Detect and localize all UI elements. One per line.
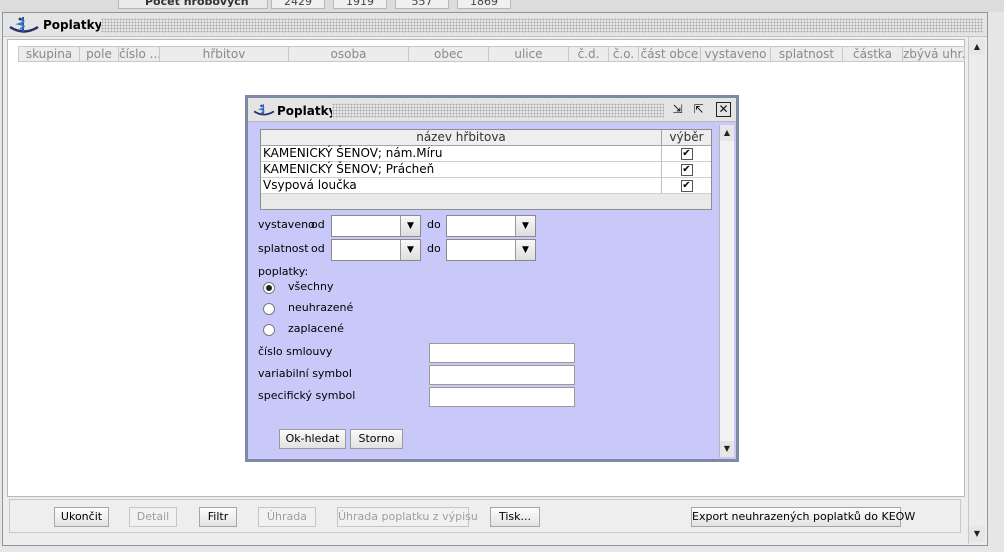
window-title-bar[interactable]: Poplatky xyxy=(3,13,987,37)
contract-number-field[interactable] xyxy=(429,343,575,363)
chevron-down-icon[interactable]: ▼ xyxy=(400,216,420,236)
cemetery-table: název hřbitova výběr KAMENICKÝ ŠENOV; ná… xyxy=(260,129,712,210)
column-header-cemetery-name[interactable]: název hřbitova xyxy=(261,130,662,145)
select-checkbox[interactable]: ✔ xyxy=(680,179,693,192)
column-header-due[interactable]: splatnost xyxy=(771,46,843,62)
print-button[interactable]: Tisk... xyxy=(490,507,540,527)
filter-dialog: Poplatky ⇲ ⇱ ✕ název hřbitova výběr KAME… xyxy=(245,95,739,462)
snake-bowl-icon xyxy=(9,17,39,33)
background-value: 1919 xyxy=(333,0,387,9)
background-window-strip: Počet hrobových míst 2429 1919 557 1869 xyxy=(0,0,1004,12)
cemetery-name: Vsypová loučka xyxy=(261,178,662,193)
filter-button[interactable]: Filtr xyxy=(199,507,237,527)
table-row[interactable]: Vsypová loučka ✔ xyxy=(261,178,711,194)
arrow-up-icon[interactable]: ▲ xyxy=(720,125,734,141)
table-row[interactable]: KAMENICKÝ ŠENOV; Prácheň ✔ xyxy=(261,162,711,178)
select-checkbox[interactable]: ✔ xyxy=(680,147,693,160)
column-header-field[interactable]: pole xyxy=(80,46,119,62)
select-checkbox[interactable]: ✔ xyxy=(680,163,693,176)
due-from-combo[interactable]: ▼ xyxy=(331,239,421,261)
issued-from-label: od xyxy=(311,218,325,231)
close-button[interactable]: Ukončit xyxy=(54,507,109,527)
arrow-down-icon[interactable]: ▼ xyxy=(720,441,734,457)
window-scrollbar[interactable]: ▲ ▼ xyxy=(968,37,985,544)
maximize-icon[interactable]: ⇱ xyxy=(691,102,706,117)
radio-all[interactable] xyxy=(263,282,275,294)
payment-from-statement-button[interactable]: Úhrada poplatku z výpisu xyxy=(337,507,478,527)
radio-paid[interactable] xyxy=(263,324,275,336)
radio-unpaid[interactable] xyxy=(263,303,275,315)
button-bar: Ukončit Detail Filtr Úhrada Úhrada popla… xyxy=(9,499,961,533)
window-title: Poplatky xyxy=(43,18,103,32)
contract-number-label: číslo smlouvy xyxy=(258,345,333,358)
table-row[interactable]: KAMENICKÝ ŠENOV; nám.Míru ✔ xyxy=(261,146,711,162)
cemetery-name: KAMENICKÝ ŠENOV; Prácheň xyxy=(261,162,662,177)
due-label: splatnost xyxy=(258,242,309,255)
due-to-label: do xyxy=(427,242,441,255)
radio-unpaid-label[interactable]: neuhrazené xyxy=(288,301,353,314)
issued-to-combo[interactable]: ▼ xyxy=(446,215,536,237)
column-header-orientation-number[interactable]: č.o. xyxy=(609,46,639,62)
column-header-select[interactable]: výběr xyxy=(662,130,711,145)
issued-from-combo[interactable]: ▼ xyxy=(331,215,421,237)
chevron-down-icon[interactable]: ▼ xyxy=(515,240,535,260)
title-bar-grip xyxy=(101,18,983,33)
cancel-button[interactable]: Storno xyxy=(350,429,403,449)
column-header-amount[interactable]: částka xyxy=(843,46,903,62)
column-header-cemetery[interactable]: hřbitov xyxy=(160,46,289,62)
variable-symbol-label: variabilní symbol xyxy=(258,367,352,380)
background-value: 557 xyxy=(395,0,449,9)
export-button[interactable]: Export neuhrazených poplatků do KEOW xyxy=(691,507,915,527)
column-header-street[interactable]: ulice xyxy=(489,46,569,62)
ok-search-button[interactable]: Ok-hledat xyxy=(279,429,346,449)
dialog-title-bar[interactable]: Poplatky ⇲ ⇱ ✕ xyxy=(248,98,736,122)
specific-symbol-field[interactable] xyxy=(429,387,575,407)
chevron-down-icon[interactable]: ▼ xyxy=(515,216,535,236)
snake-bowl-icon xyxy=(253,104,275,116)
chevron-down-icon[interactable]: ▼ xyxy=(400,240,420,260)
column-header-person[interactable]: osoba xyxy=(289,46,409,62)
background-label: Počet hrobových míst xyxy=(118,0,268,12)
column-header-municipality[interactable]: obec xyxy=(409,46,489,62)
due-from-label: od xyxy=(311,242,325,255)
variable-symbol-field[interactable] xyxy=(429,365,575,385)
title-bar-grip xyxy=(332,103,664,118)
column-header-district[interactable]: část obce xyxy=(639,46,701,62)
table-header: skupina pole číslo ... hřbitov osoba obe… xyxy=(18,46,965,62)
column-header-issued[interactable]: vystaveno xyxy=(701,46,771,62)
column-header-house-number[interactable]: č.d. xyxy=(569,46,609,62)
cemetery-table-header: název hřbitova výběr xyxy=(261,130,711,146)
issued-to-label: do xyxy=(427,218,441,231)
fees-label: poplatky: xyxy=(258,265,309,278)
issued-label: vystaveno xyxy=(258,218,315,231)
arrow-up-icon[interactable]: ▲ xyxy=(969,39,985,55)
due-to-combo[interactable]: ▼ xyxy=(446,239,536,261)
column-header-group[interactable]: skupina xyxy=(18,46,80,62)
payment-button[interactable]: Úhrada xyxy=(258,507,316,527)
radio-all-label[interactable]: všechny xyxy=(288,280,334,293)
background-value: 2429 xyxy=(271,0,325,9)
background-value: 1869 xyxy=(457,0,511,9)
detail-button[interactable]: Detail xyxy=(129,507,177,527)
radio-paid-label[interactable]: zaplacené xyxy=(288,322,344,335)
specific-symbol-label: specifický symbol xyxy=(258,389,356,402)
dialog-scrollbar[interactable]: ▲ ▼ xyxy=(719,125,734,457)
cemetery-name: KAMENICKÝ ŠENOV; nám.Míru xyxy=(261,146,662,161)
close-icon[interactable]: ✕ xyxy=(716,102,731,117)
dialog-title: Poplatky xyxy=(277,104,337,118)
minimize-icon[interactable]: ⇲ xyxy=(670,102,685,117)
arrow-down-icon[interactable]: ▼ xyxy=(969,526,985,542)
column-header-number[interactable]: číslo ... xyxy=(119,46,160,62)
column-header-remaining[interactable]: zbývá uhr... xyxy=(903,46,965,62)
